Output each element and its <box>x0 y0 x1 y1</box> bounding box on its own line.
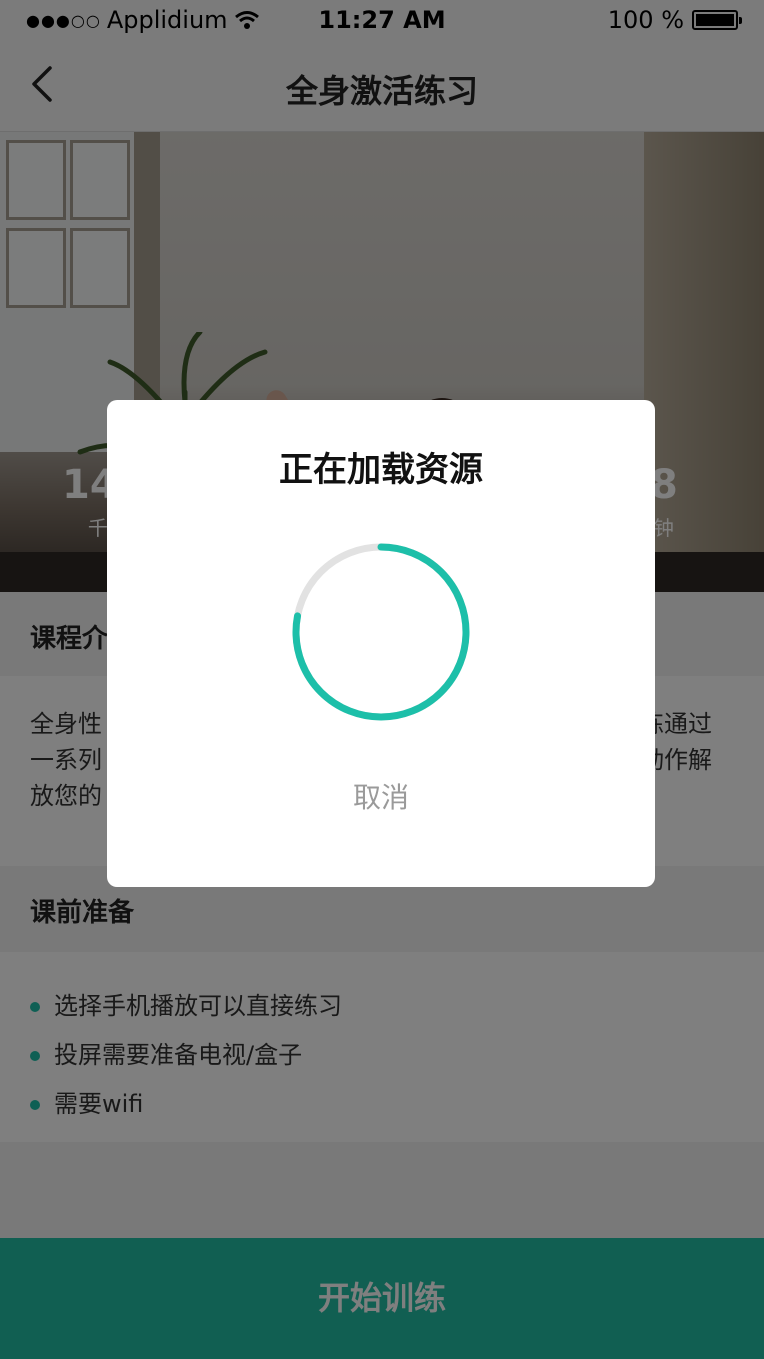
loading-dialog: 正在加载资源 取消 <box>107 400 655 887</box>
dialog-title: 正在加载资源 <box>279 450 483 490</box>
loading-spinner-icon <box>292 543 470 721</box>
cancel-button[interactable]: 取消 <box>331 776 431 820</box>
